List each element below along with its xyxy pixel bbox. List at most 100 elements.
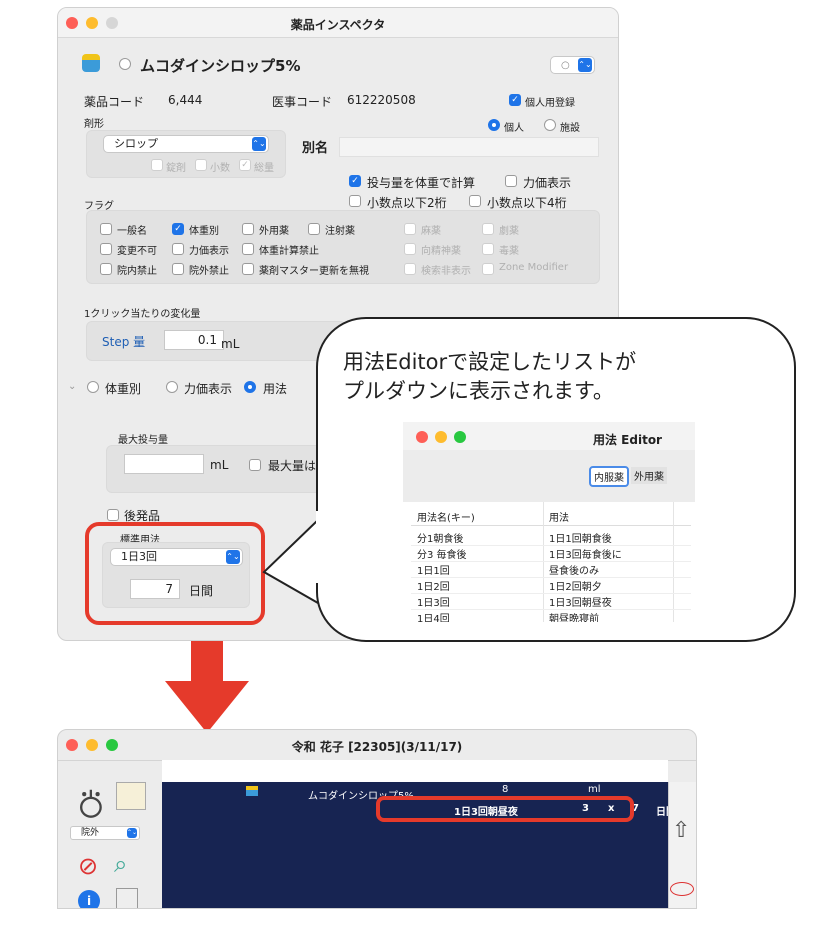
flag-label: 検索非表示 [421,266,471,277]
flag-label: 力価表示 [189,246,229,257]
mini-usage-cell: 朝昼晩寝前 [549,614,599,622]
drug-color-icon [82,54,100,72]
tab-internal[interactable]: 内服薬 [589,466,629,487]
flag-label: 体重別 [189,226,219,237]
drug-menu-select[interactable]: ○ ⌃⌄ [550,56,595,74]
personal-reg-label: 個人用登録 [525,98,575,109]
form-select[interactable]: シロップ ⌃⌄ [103,135,269,153]
flag-label: 向精神薬 [421,246,461,257]
dept-select[interactable]: 院外 ⌃⌄ [70,826,140,840]
drug-color-icon [246,786,258,796]
flag-checkbox[interactable] [308,223,320,235]
radio-personal-label: 個人 [504,123,524,134]
potency-label: 力価表示 [523,176,572,190]
mini-zoom-button[interactable] [454,431,466,443]
flag-checkbox[interactable] [172,263,184,275]
flag-label: 毒薬 [499,246,519,257]
down-arrow [165,641,249,733]
prohibit-drug-icon[interactable]: ⊘ [78,852,98,880]
flag-label: 一般名 [117,226,147,237]
opt-total-label: 総量 [254,163,274,174]
flag-label: 外用薬 [259,226,289,237]
std-usage-highlight [85,522,265,625]
mini-usage-cell: 1日3回朝昼夜 [549,598,612,609]
clipboard-icon[interactable] [116,888,138,908]
radio-facility[interactable] [544,119,556,131]
drug-name: ムコダインシロップ5% [140,57,301,75]
mode-usage-radio[interactable] [244,381,256,393]
radio-personal[interactable] [488,119,500,131]
flag-checkbox[interactable] [242,263,254,275]
personal-reg-checkbox[interactable]: ✓ [509,94,521,106]
mode-potency-radio[interactable] [166,381,178,393]
flag-checkbox[interactable] [100,223,112,235]
mode-usage-label: 用法 [263,382,288,396]
mini-close-button[interactable] [416,431,428,443]
generic-checkbox[interactable] [107,509,119,521]
flag-checkbox[interactable] [172,243,184,255]
weight-calc-checkbox[interactable]: ✓ [349,175,361,187]
mini-usage-cell: 1日1回朝食後 [549,534,612,545]
alias-input[interactable] [339,137,599,157]
usage-highlight [376,796,634,822]
max-dose-input[interactable] [124,454,204,474]
flag-checkbox[interactable] [404,263,416,275]
click-change-label: 1クリック当たりの変化量 [84,309,201,320]
up-arrow-icon[interactable]: ⇧ [672,818,690,843]
max-chk-checkbox[interactable] [249,459,261,471]
flag-checkbox[interactable] [100,243,112,255]
flag-checkbox[interactable] [404,223,416,235]
dec2-checkbox[interactable] [349,195,361,207]
flag-checkbox[interactable] [404,243,416,255]
opt-decimal-checkbox[interactable] [195,159,207,171]
tab-external[interactable]: 外用薬 [631,467,667,484]
opt-tablet-label: 錠剤 [166,163,186,174]
mode-weight-label: 体重別 [105,382,142,396]
chevron-down-icon[interactable]: ⌄ [68,381,76,392]
weight-calc-label: 投与量を体重で計算 [367,176,476,190]
col-key-header: 用法名(キー) [417,513,475,524]
title-bar: 薬品インスペクタ [58,8,618,38]
dec4-checkbox[interactable] [469,195,481,207]
circle-icon: ○ [561,60,570,71]
flag-checkbox[interactable]: ✓ [172,223,184,235]
mini-header-divider [411,525,691,526]
chevron-updown-icon: ⌃⌄ [252,137,266,151]
drug-code-value: 6,444 [168,93,203,107]
karte-unit: ml [588,784,601,795]
opt-decimal-label: 小数 [210,163,230,174]
flag-checkbox[interactable] [100,263,112,275]
potency-checkbox[interactable] [505,175,517,187]
flag-label: 変更不可 [117,246,157,257]
step-label: Step 量 [102,335,146,349]
mini-usage-cell: 1日3回毎食後に [549,550,622,561]
mini-usage-cell: 1日2回朝夕 [549,582,602,593]
opt-total-checkbox[interactable]: ✓ [239,159,251,171]
max-dose-label: 最大投与量 [118,435,168,446]
flag-checkbox[interactable] [482,243,494,255]
dec2-label: 小数点以下2桁 [367,196,447,210]
flag-checkbox[interactable] [482,263,494,275]
drug-radio[interactable] [119,58,131,70]
mini-key-cell: 分1朝食後 [417,534,464,545]
usage-editor-window: 用法 Editor 内服薬 外用薬 用法名(キー) 用法 分1朝食後 1日1回朝食… [403,422,695,622]
flag-checkbox[interactable] [242,223,254,235]
flag-label: 院外禁止 [189,266,229,277]
drug-code-label: 薬品コード [84,95,145,109]
iji-code-value: 612220508 [347,93,416,107]
dec4-label: 小数点以下4桁 [487,196,567,210]
flag-checkbox[interactable] [482,223,494,235]
opt-tablet-checkbox[interactable] [151,159,163,171]
search-drug-icon[interactable]: ⌕ [114,850,127,878]
calendar-icon[interactable] [116,782,146,810]
info-icon[interactable]: i [78,890,100,908]
stethoscope-icon[interactable]: ⛣ [76,782,106,826]
mini-key-cell: 1日1回 [417,566,450,577]
flag-label: 麻薬 [421,226,441,237]
mini-title: 用法 Editor [593,433,662,447]
flag-checkbox[interactable] [242,243,254,255]
step-input[interactable]: 0.1 [164,330,224,350]
mini-minimize-button[interactable] [435,431,447,443]
mini-key-cell: 分3 毎食後 [417,550,467,561]
mode-weight-radio[interactable] [87,381,99,393]
